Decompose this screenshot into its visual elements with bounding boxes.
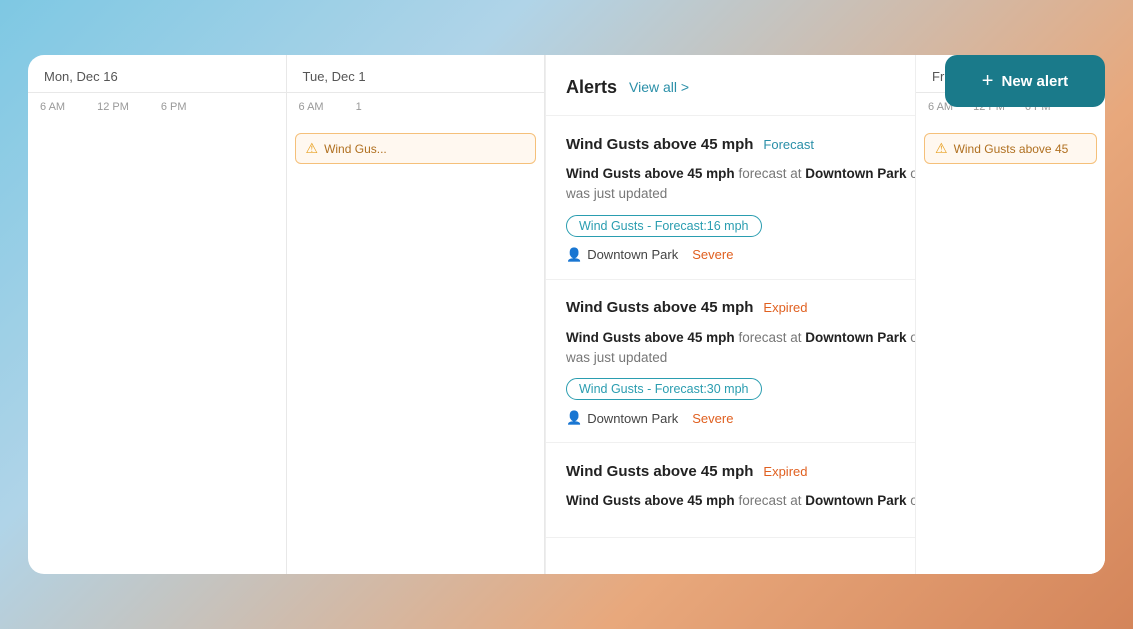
alert-2-bold1: Wind Gusts above 45 mph [566, 330, 735, 345]
alert-1-location-text: Downtown Park [587, 247, 678, 262]
alert-bar-fri-text: Wind Gusts above 45 [954, 142, 1069, 156]
cal-body-fri: ⚠ Wind Gusts above 45 [916, 113, 1105, 160]
alert-bar-tue[interactable]: ⚠ Wind Gus... [295, 133, 537, 164]
time-6am-tue: 6 AM [299, 101, 324, 113]
alert-2-location-tag: 👤 Downtown Park [566, 410, 678, 426]
cal-day-tue-label: Tue, Dec 1 [303, 69, 366, 84]
alert-1-status: Forecast [763, 137, 814, 152]
cal-day-mon-label: Mon, Dec 16 [44, 69, 118, 84]
alert-bar-tue-text: Wind Gus... [324, 142, 387, 156]
alert-bar-fri[interactable]: ⚠ Wind Gusts above 45 [924, 133, 1097, 164]
alerts-title: Alerts [566, 77, 617, 98]
cal-day-tue-header: Tue, Dec 1 [287, 55, 545, 93]
alert-3-prefix: forecast at [738, 493, 805, 508]
new-alert-button[interactable]: + New alert [945, 55, 1105, 107]
alert-2-location-text: Downtown Park [587, 411, 678, 426]
warning-icon-fri: ⚠ [935, 140, 948, 157]
alert-2-severity: Severe [692, 411, 733, 426]
view-all-link[interactable]: View all > [629, 79, 689, 95]
alert-2-name: Wind Gusts above 45 mph [566, 299, 753, 316]
warning-icon-tue: ⚠ [306, 140, 319, 157]
alert-1-suffix: was just updated [566, 186, 667, 201]
alert-1-severity: Severe [692, 247, 733, 262]
alert-2-suffix: was just updated [566, 350, 667, 365]
cal-day-fri: Fri, Dec 20 6 AM 12 PM 6 PM ⚠ Wind Gusts… [915, 55, 1105, 574]
alert-3-bold1: Wind Gusts above 45 mph [566, 493, 735, 508]
alert-1-name: Wind Gusts above 45 mph [566, 136, 753, 153]
alert-1-prefix: forecast at [738, 166, 805, 181]
cal-body-tue: ⚠ Wind Gus... [287, 113, 545, 574]
alert-2-badge: Wind Gusts - Forecast:30 mph [566, 378, 762, 400]
new-alert-button-label: New alert [1001, 73, 1068, 90]
alert-1-bold1: Wind Gusts above 45 mph [566, 166, 735, 181]
new-alert-plus-icon: + [982, 71, 994, 91]
person-icon-1: 👤 [566, 247, 582, 263]
time-12pm-mon: 12 PM [97, 101, 129, 113]
alert-1-location-tag: 👤 Downtown Park [566, 247, 678, 263]
alert-2-prefix: forecast at [738, 330, 805, 345]
alert-2-status: Expired [763, 300, 807, 315]
calendar-area: Mon, Dec 16 6 AM 12 PM 6 PM Tue, Dec 1 6… [28, 55, 545, 574]
time-6pm-mon: 6 PM [161, 101, 187, 113]
time-6am-mon: 6 AM [40, 101, 65, 113]
cal-day-mon-header: Mon, Dec 16 [28, 55, 286, 93]
alert-2-location: Downtown Park [805, 330, 906, 345]
time-1-tue: 1 [356, 101, 362, 113]
cal-body-mon [28, 113, 286, 574]
alert-1-location: Downtown Park [805, 166, 906, 181]
alert-3-location: Downtown Park [805, 493, 906, 508]
alert-3-name: Wind Gusts above 45 mph [566, 463, 753, 480]
cal-time-labels-tue: 6 AM 1 [287, 93, 545, 113]
cal-day-tue: Tue, Dec 1 6 AM 1 ⚠ Wind Gus... [287, 55, 546, 574]
alert-3-status: Expired [763, 464, 807, 479]
cal-time-labels-mon: 6 AM 12 PM 6 PM [28, 93, 286, 113]
alert-1-badge: Wind Gusts - Forecast:16 mph [566, 215, 762, 237]
person-icon-2: 👤 [566, 410, 582, 426]
cal-day-mon: Mon, Dec 16 6 AM 12 PM 6 PM [28, 55, 287, 574]
